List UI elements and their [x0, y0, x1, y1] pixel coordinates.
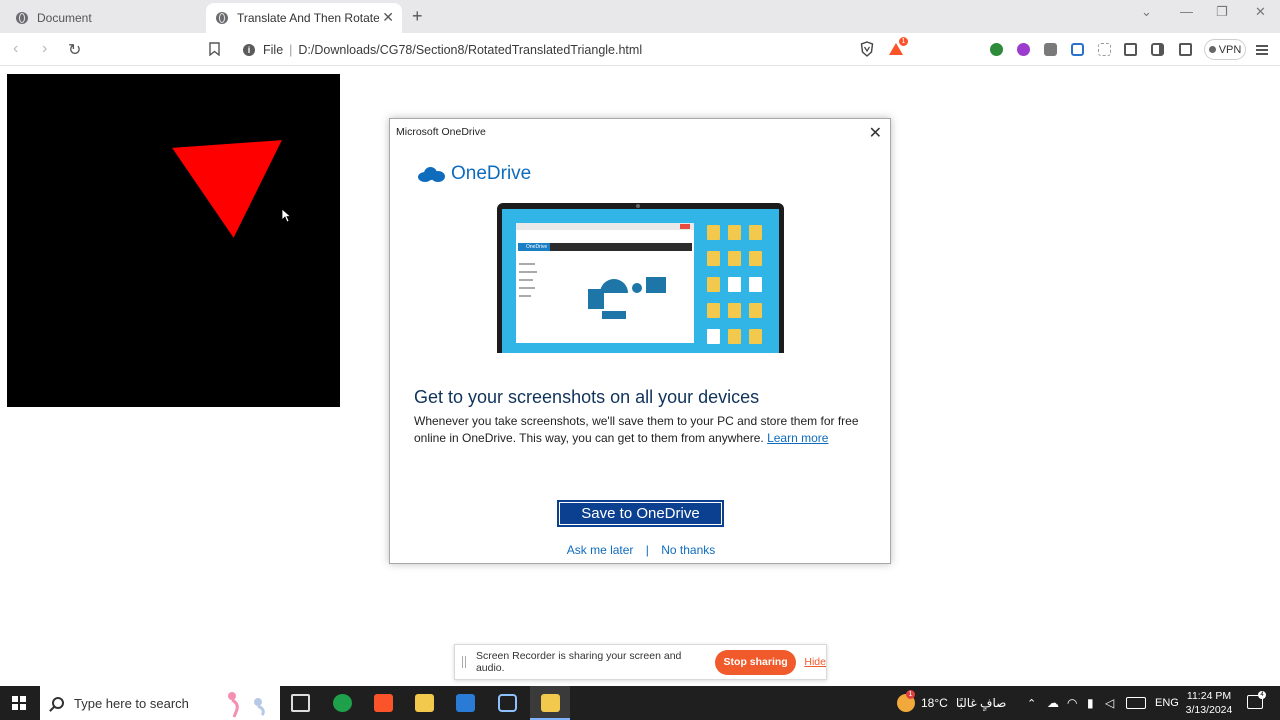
windows-start-icon[interactable]	[12, 696, 26, 710]
weather-icon: 1	[897, 690, 915, 712]
save-to-onedrive-button[interactable]: Save to OneDrive	[557, 500, 724, 527]
task-view-icon[interactable]	[291, 694, 310, 712]
onedrive-dialog: Microsoft OneDrive ✕ OneDrive OneDrive G…	[389, 118, 891, 564]
onedrive-logo-text: OneDrive	[451, 163, 532, 184]
reload-icon[interactable]: ↻	[68, 40, 81, 60]
tab-strip: Document Translate And Then Rotate A Tri…	[0, 0, 1280, 33]
stop-sharing-button[interactable]: Stop sharing	[714, 649, 797, 675]
extension-bug-icon[interactable]	[1044, 43, 1057, 56]
hide-link[interactable]: Hide	[804, 656, 826, 668]
weather-temp: 18°C	[921, 696, 948, 710]
tab-title: Document	[37, 11, 92, 25]
browser-toolbar: ‹ › ↻ i File | D:/Downloads/CG78/Section…	[0, 33, 1280, 66]
dialog-heading: Get to your screenshots on all your devi…	[414, 387, 760, 407]
back-icon[interactable]: ‹	[13, 40, 18, 58]
menu-icon[interactable]	[1256, 45, 1268, 55]
brave-shields-icon[interactable]	[860, 41, 874, 57]
weather-widget[interactable]: 1 18°C صافٍ غالبًا	[897, 686, 1006, 720]
camera-dot	[636, 204, 640, 208]
onedrive-tray-icon[interactable]: ☁	[1047, 686, 1059, 720]
address-separator: |	[289, 43, 293, 57]
tab-document[interactable]: Document	[6, 3, 202, 33]
address-path: D:/Downloads/CG78/Section8/RotatedTransl…	[298, 43, 643, 57]
new-tab-icon[interactable]: +	[412, 6, 423, 27]
extension-purple-icon[interactable]	[1017, 43, 1030, 56]
tab-search-chevron-icon[interactable]: ⌄	[1141, 4, 1152, 20]
extensions-puzzle-icon[interactable]	[1124, 43, 1137, 56]
learn-more-link[interactable]: Learn more	[767, 431, 828, 445]
dialog-title: Microsoft OneDrive	[396, 126, 486, 138]
close-icon[interactable]: ✕	[869, 123, 882, 143]
tab-translate-rotate[interactable]: Translate And Then Rotate A Triangle ✕	[206, 3, 402, 33]
wallet-icon[interactable]	[1179, 43, 1192, 56]
screen-recorder-icon[interactable]	[498, 694, 517, 712]
bookmark-icon[interactable]	[209, 42, 220, 56]
maximize-icon[interactable]: ❐	[1216, 4, 1228, 20]
taskbar-search[interactable]: Type here to search	[40, 686, 280, 720]
vpn-status-icon	[1208, 46, 1216, 53]
vpn-label: VPN	[1218, 43, 1242, 56]
extension-tree-icon[interactable]	[990, 43, 1003, 56]
language-indicator[interactable]: ENG	[1155, 686, 1179, 720]
laptop-illustration: OneDrive	[497, 203, 784, 353]
no-thanks-link[interactable]: No thanks	[661, 543, 715, 557]
edge-icon[interactable]	[333, 694, 352, 712]
address-bar[interactable]: i File | D:/Downloads/CG78/Section8/Rota…	[236, 37, 854, 63]
onedrive-logo: OneDrive	[418, 163, 531, 185]
flamingo-illustration-icon	[228, 692, 265, 718]
webgl-canvas[interactable]	[7, 74, 340, 407]
weather-description: صافٍ غالبًا	[955, 696, 1007, 710]
site-info-icon[interactable]: i	[243, 44, 255, 56]
tray-chevron-icon[interactable]: ⌃	[1027, 686, 1036, 720]
extension-screen-icon[interactable]	[1071, 43, 1084, 56]
microphone-icon[interactable]: ▮	[1087, 686, 1094, 720]
extension-box-icon[interactable]	[1098, 43, 1111, 56]
volume-icon[interactable]: ◁	[1105, 686, 1114, 720]
minimize-icon[interactable]: —	[1180, 4, 1193, 19]
address-scheme: File	[263, 43, 284, 57]
active-app-highlight[interactable]	[530, 686, 570, 720]
preview-onedrive-tab: OneDrive	[518, 243, 550, 251]
close-tab-icon[interactable]: ✕	[382, 10, 394, 24]
notification-badge: 4	[1258, 691, 1266, 699]
file-explorer-icon[interactable]	[415, 694, 434, 712]
search-icon	[52, 697, 64, 709]
brave-icon[interactable]	[374, 694, 393, 712]
mouse-cursor-icon	[281, 208, 291, 223]
search-placeholder: Type here to search	[74, 695, 189, 711]
dialog-body: Whenever you take screenshots, we'll sav…	[414, 413, 874, 447]
vscode-icon[interactable]	[456, 694, 475, 712]
taskbar: Type here to search 1 18°C صافٍ غالبًا ⌃…	[0, 686, 1280, 720]
clock[interactable]: 11:24 PM 3/13/2024	[1182, 689, 1236, 717]
clock-time: 11:24 PM	[1186, 690, 1232, 702]
clock-date: 3/13/2024	[1185, 704, 1233, 716]
screen-sharing-bar: Screen Recorder is sharing your screen a…	[454, 644, 827, 680]
wifi-icon[interactable]: ◠	[1067, 686, 1077, 720]
preview-window: OneDrive	[516, 223, 694, 343]
dialog-secondary-links: Ask me later | No thanks	[390, 543, 892, 557]
sharing-message: Screen Recorder is sharing your screen a…	[475, 650, 682, 674]
drag-handle-icon[interactable]	[462, 656, 466, 668]
laptop-screen: OneDrive	[502, 209, 779, 353]
rewards-badge: 1	[899, 37, 908, 46]
red-triangle	[172, 140, 289, 242]
globe-icon	[216, 12, 228, 24]
keyboard-icon[interactable]	[1126, 686, 1146, 720]
link-separator: |	[645, 543, 649, 557]
sidebar-icon[interactable]	[1151, 43, 1164, 56]
forward-icon[interactable]: ›	[42, 40, 47, 58]
close-window-icon[interactable]: ✕	[1255, 4, 1266, 20]
ask-me-later-link[interactable]: Ask me later	[567, 543, 634, 557]
globe-icon	[16, 12, 28, 24]
vpn-button[interactable]: VPN	[1204, 39, 1246, 60]
tab-title: Translate And Then Rotate A Triangle	[237, 11, 379, 25]
cloud-icon	[418, 166, 445, 182]
notes-icon	[541, 694, 560, 712]
